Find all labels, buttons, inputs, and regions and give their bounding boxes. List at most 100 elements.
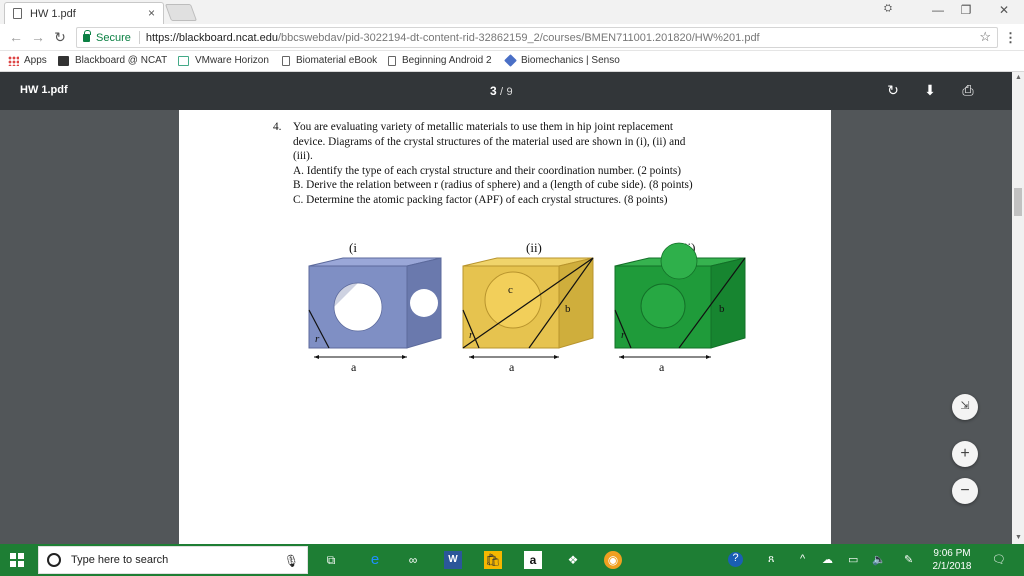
crystal-structures-figure: a r a c b r a b r (308, 242, 746, 374)
url-path: /bbcswebdav/pid-3022194-dt-content-rid-3… (277, 31, 760, 44)
profile-icon[interactable]: ⛭ (878, 3, 898, 14)
pdf-toolbar: HW 1.pdf 3 / 9 ↻ ⬇ ⎙ (0, 72, 1024, 110)
infinity-app-icon[interactable]: ∞ (404, 551, 422, 569)
reload-icon[interactable]: ↻ (52, 29, 68, 46)
address-bar[interactable]: Secure https://blackboard.ncat.edu /bbcs… (76, 27, 998, 48)
bookmark-label: Biomaterial eBook (296, 55, 378, 66)
bookmark-label: Beginning Android 2 (402, 55, 492, 66)
close-window-button[interactable]: ✕ (994, 3, 1014, 17)
fit-to-page-button[interactable]: ⇲ (952, 394, 978, 420)
side-label: a (659, 360, 665, 374)
bookmark-label: VMware Horizon (195, 55, 269, 66)
document-icon (13, 8, 22, 19)
question-text: 4. You are evaluating variety of metalli… (273, 120, 753, 207)
clock-date: 2/1/2018 (932, 561, 972, 572)
crystal-structure-ii: a c b r (462, 257, 594, 374)
print-icon[interactable]: ⎙ (960, 82, 976, 99)
task-view-icon[interactable]: ⧉ (322, 551, 340, 569)
bookmark-vmware[interactable]: VMware Horizon (178, 55, 269, 66)
pen-icon[interactable]: ✎ (904, 553, 913, 566)
bookmark-android[interactable]: Beginning Android 2 (388, 55, 492, 66)
store-icon[interactable]: 🛍 (484, 551, 502, 569)
url-host: https://blackboard.ncat.edu (145, 31, 278, 44)
lock-icon (83, 29, 91, 42)
side-label: a (509, 360, 515, 374)
body-label: c (508, 284, 513, 296)
page-icon (282, 55, 290, 66)
crystal-structure-i: a r (308, 257, 442, 374)
page-indicator[interactable]: 3 / 9 (490, 84, 513, 98)
question-line: device. Diagrams of the crystal structur… (293, 135, 686, 148)
chrome-icon[interactable]: ◉ (604, 551, 622, 569)
forward-arrow-icon[interactable]: → (30, 29, 46, 45)
taskbar-clock[interactable]: 9:06 PM 2/1/2018 (928, 547, 976, 573)
minimize-button[interactable]: — (928, 3, 948, 17)
scroll-down-icon[interactable]: ▼ (1015, 534, 1022, 541)
question-line: You are evaluating variety of metallic m… (293, 121, 674, 133)
pdf-viewer: 4. You are evaluating variety of metalli… (0, 110, 1012, 544)
vmware-icon (178, 55, 189, 66)
back-arrow-icon[interactable]: ← (8, 29, 24, 45)
restore-button[interactable]: ❐ (956, 3, 976, 17)
scroll-thumb[interactable] (1014, 188, 1022, 216)
bookmark-biomechanics[interactable]: Biomechanics | Senso (504, 54, 620, 67)
dropbox-icon[interactable]: ❖ (564, 551, 582, 569)
side-label: a (351, 360, 357, 374)
pdf-title: HW 1.pdf (20, 84, 68, 96)
question-line: (iii). (293, 150, 313, 162)
action-center-icon[interactable]: 🗨 (992, 553, 1006, 566)
secure-label: Secure (96, 31, 131, 44)
bookmark-biomaterial[interactable]: Biomaterial eBook (282, 55, 377, 66)
crystal-structure-iii: a b r (614, 242, 746, 374)
show-hidden-icons-icon[interactable]: ^ (800, 553, 805, 565)
rotate-icon[interactable]: ↻ (885, 82, 901, 99)
bookmark-star-icon[interactable]: ☆ (979, 29, 991, 45)
taskbar-search-box[interactable]: Type here to search 🎙 (38, 546, 308, 574)
radius-label: r (315, 333, 320, 345)
bookmark-apps[interactable]: Apps (8, 55, 47, 66)
bookmarks-bar: Apps Blackboard @ NCAT VMware Horizon Bi… (0, 51, 1024, 72)
word-icon[interactable]: W (444, 551, 462, 569)
tab-hw1-pdf[interactable]: HW 1.pdf × (4, 2, 164, 24)
search-placeholder: Type here to search (71, 554, 169, 566)
windows-start-icon[interactable] (10, 553, 24, 567)
vertical-scrollbar[interactable]: ▲ ▼ (1012, 72, 1024, 544)
radius-label: r (469, 329, 474, 341)
battery-icon[interactable]: ▭ (848, 553, 858, 566)
question-line: B. Derive the relation between r (radius… (293, 179, 693, 191)
volume-icon[interactable]: 🔈 (872, 553, 886, 566)
microphone-icon[interactable]: 🎙 (284, 554, 299, 568)
tab-title: HW 1.pdf (30, 7, 76, 20)
pdf-page: 4. You are evaluating variety of metalli… (179, 110, 831, 544)
edge-icon[interactable]: e (366, 551, 384, 569)
current-page: 3 (490, 84, 497, 98)
cortana-icon (47, 553, 61, 567)
question-line: C. Determine the atomic packing factor (… (293, 193, 668, 206)
onedrive-icon[interactable]: ☁ (822, 553, 833, 566)
new-tab-button[interactable] (164, 4, 198, 21)
zoom-in-button[interactable]: + (952, 441, 978, 467)
scroll-up-icon[interactable]: ▲ (1015, 74, 1022, 81)
menu-dots-icon[interactable]: ⋮ (1004, 30, 1017, 46)
browser-toolbar: ← → ↻ Secure https://blackboard.ncat.edu… (0, 24, 1024, 51)
amazon-icon[interactable]: a (524, 551, 542, 569)
clock-time: 9:06 PM (933, 548, 971, 559)
question-line: A. Identify the type of each crystal str… (293, 164, 682, 177)
bookmark-label: Apps (24, 55, 47, 66)
tab-strip: HW 1.pdf × ⛭ — ❐ ✕ (0, 0, 1024, 24)
page-icon (388, 55, 396, 66)
question-number: 4. (273, 121, 282, 133)
apps-grid-icon (8, 55, 19, 66)
zoom-out-button[interactable]: − (952, 478, 978, 504)
download-icon[interactable]: ⬇ (922, 82, 938, 99)
bookmark-blackboard[interactable]: Blackboard @ NCAT (58, 55, 167, 66)
biomechanics-icon (504, 54, 517, 67)
diagonal-label: b (565, 303, 571, 315)
bookmark-label: Blackboard @ NCAT (75, 55, 168, 66)
blackboard-icon (58, 55, 69, 66)
radius-label: r (621, 329, 626, 341)
help-icon[interactable]: ? (728, 552, 743, 567)
windows-taskbar: Type here to search 🎙 ⧉ e ∞ W 🛍 a ❖ ◉ ? … (0, 544, 1024, 576)
people-icon[interactable]: ጸ (768, 553, 774, 566)
tab-close-icon[interactable]: × (148, 6, 155, 20)
